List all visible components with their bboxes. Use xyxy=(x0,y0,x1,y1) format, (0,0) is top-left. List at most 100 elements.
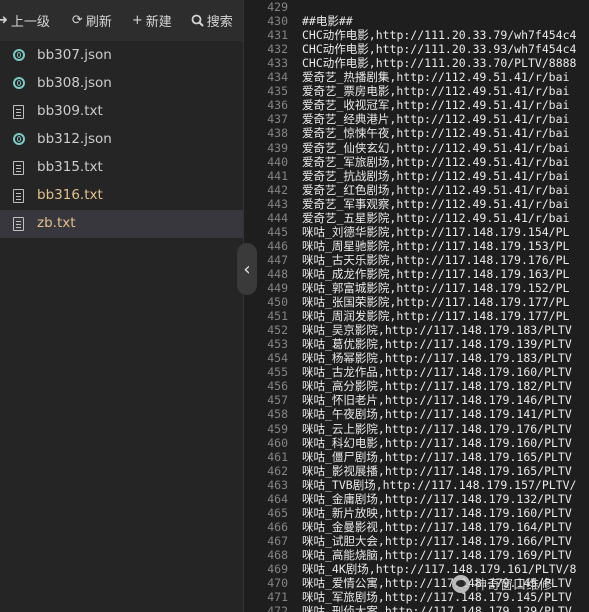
file-item-bb309-txt[interactable]: bb309.txt xyxy=(0,98,243,126)
code-line[interactable]: 440 爱奇艺_军旅剧场,http://112.49.51.41/r/bai xyxy=(244,155,589,169)
file-item-bb308-json[interactable]: bb308.json xyxy=(0,70,243,98)
code-line[interactable]: 449 咪咕_郭富城影院,http://117.148.179.152/PL xyxy=(244,281,589,295)
line-text: 咪咕_周星驰影院,http://117.148.179.153/PL xyxy=(302,238,570,253)
file-name: bb309.txt xyxy=(37,103,103,119)
line-number: 453 xyxy=(267,337,288,352)
code-line[interactable]: 456 咪咕_高分影院,http://117.148.179.182/PLTV xyxy=(244,379,589,393)
watermark: 神奇窗口维修 xyxy=(452,574,552,593)
file-explorer-sidebar: ➜ 上一级 ⟳ 刷新 + 新建 搜索 bb307.json bb308.json xyxy=(0,0,243,612)
file-item-bb315-txt[interactable]: bb315.txt xyxy=(0,154,243,182)
code-line[interactable]: 432 CHC动作电影,http://111.20.33.93/wh7f454c4 xyxy=(244,42,589,56)
code-line[interactable]: 453 咪咕_葛优影院,http://117.148.179.139/PLTV xyxy=(244,337,589,351)
parent-folder-button[interactable]: ➜ 上一级 xyxy=(0,0,50,41)
code-line[interactable]: 460 咪咕_科幻电影,http://117.148.179.160/PLTV xyxy=(244,436,589,450)
line-number: 435 xyxy=(267,84,288,99)
code-line[interactable]: 436 爱奇艺_收视冠军,http://112.49.51.41/r/bai xyxy=(244,98,589,112)
file-list: bb307.json bb308.json bb309.txt bb312.js… xyxy=(0,42,243,238)
line-number: 431 xyxy=(267,28,288,43)
file-name: bb315.txt xyxy=(37,159,103,175)
collapse-sidebar-button[interactable]: ‹ xyxy=(237,243,257,295)
code-line[interactable]: 454 咪咕_杨幂影院,http://117.148.179.183/PLTV xyxy=(244,351,589,365)
search-button[interactable]: 搜索 xyxy=(191,0,233,41)
code-line[interactable]: 466 咪咕_金曼影视,http://117.148.179.164/PLTV xyxy=(244,520,589,534)
file-item-zb-txt[interactable]: zb.txt xyxy=(0,210,243,238)
file-item-bb316-txt[interactable]: bb316.txt xyxy=(0,182,243,210)
line-text: CHC动作电影,http://111.20.33.70/PLTV/8888 xyxy=(302,56,577,71)
code-line[interactable]: 435 爱奇艺_票房电影,http://112.49.51.41/r/bai xyxy=(244,84,589,98)
code-line[interactable]: 442 爱奇艺_红色剧场,http://112.49.51.41/r/bai xyxy=(244,183,589,197)
code-line[interactable]: 461 咪咕_僵尸剧场,http://117.148.179.165/PLTV xyxy=(244,450,589,464)
line-number: 461 xyxy=(267,449,288,464)
line-text: 爱奇艺_军事观察,http://112.49.51.41/r/bai xyxy=(302,196,570,211)
code-line[interactable]: 455 咪咕_古龙作品,http://117.148.179.160/PLTV xyxy=(244,365,589,379)
line-text: 咪咕_郭富城影院,http://117.148.179.152/PL xyxy=(302,281,570,295)
code-line[interactable]: 468 咪咕_高能烧脑,http://117.148.179.169/PLTV xyxy=(244,548,589,562)
line-number: 450 xyxy=(267,295,288,310)
code-line[interactable]: 444 爱奇艺_五星影院,http://112.49.51.41/r/bai xyxy=(244,211,589,225)
line-number: 465 xyxy=(267,505,288,520)
line-number: 458 xyxy=(267,407,288,422)
line-number: 442 xyxy=(267,182,288,197)
line-number: 430 xyxy=(267,14,288,29)
code-line[interactable]: 430 ##电影## xyxy=(244,14,589,28)
line-number: 441 xyxy=(267,168,288,183)
line-text: 咪咕_刑侦大案,http://117.148.179.129/PLTV xyxy=(302,604,572,612)
refresh-button[interactable]: ⟳ 刷新 xyxy=(72,0,112,41)
arrow-right-icon: ➜ xyxy=(0,13,8,28)
line-number: 455 xyxy=(267,365,288,380)
code-line[interactable]: 467 咪咕_试胆大会,http://117.148.179.166/PLTV xyxy=(244,534,589,548)
line-text: 咪咕_周润发影院,http://117.148.179.177/PL xyxy=(302,309,570,324)
code-line[interactable]: 437 爱奇艺_经典港片,http://112.49.51.41/r/bai xyxy=(244,112,589,126)
json-file-icon xyxy=(13,77,27,91)
line-number: 434 xyxy=(267,70,288,85)
code-line[interactable]: 451 咪咕_周润发影院,http://117.148.179.177/PL xyxy=(244,309,589,323)
line-number: 471 xyxy=(267,590,288,605)
search-icon xyxy=(191,14,204,27)
file-name: bb308.json xyxy=(37,75,112,91)
line-text: 咪咕_成龙作影院,http://117.148.179.163/PL xyxy=(302,266,570,281)
file-item-bb312-json[interactable]: bb312.json xyxy=(0,126,243,154)
code-line[interactable]: 464 咪咕_金庸剧场,http://117.148.179.132/PLTV xyxy=(244,492,589,506)
code-line[interactable]: 463 咪咕_TVB剧场,http://117.148.179.157/PLTV/ xyxy=(244,478,589,492)
line-number: 460 xyxy=(267,435,288,450)
code-line[interactable]: 439 爱奇艺_仙侠玄幻,http://112.49.51.41/r/bai xyxy=(244,141,589,155)
code-line[interactable]: 462 咪咕_影视展播,http://117.148.179.165/PLTV xyxy=(244,464,589,478)
code-line[interactable]: 429 xyxy=(244,0,589,14)
code-editor[interactable]: 429 430 ##电影## 431 CHC动作电影,http://111.20.33.… xyxy=(244,0,589,612)
search-label: 搜索 xyxy=(206,15,233,30)
line-text: 爱奇艺_五星影院,http://112.49.51.41/r/bai xyxy=(302,210,570,225)
code-line[interactable]: 447 咪咕_古天乐影院,http://117.148.179.176/PL xyxy=(244,253,589,267)
code-line[interactable]: 465 咪咕_新片放映,http://117.148.179.160/PLTV xyxy=(244,506,589,520)
code-line[interactable]: 459 咪咕_云上影院,http://117.148.179.176/PLTV xyxy=(244,422,589,436)
line-number: 448 xyxy=(267,266,288,281)
watermark-text: 神奇窗口维修 xyxy=(474,578,553,593)
line-text: CHC动作电影,http://111.20.33.79/wh7f454c4 xyxy=(302,28,577,43)
text-file-icon xyxy=(13,105,27,119)
new-file-button[interactable]: + 新建 xyxy=(132,0,172,41)
code-line[interactable]: 434 爱奇艺_热播剧集,http://112.49.51.41/r/bai xyxy=(244,70,589,84)
line-text: CHC动作电影,http://111.20.33.93/wh7f454c4 xyxy=(302,42,577,57)
code-line[interactable]: 445 咪咕_刘德华影院,http://117.148.179.154/PL xyxy=(244,225,589,239)
code-line[interactable]: 472 咪咕_刑侦大案,http://117.148.179.129/PLTV xyxy=(244,604,589,612)
code-line[interactable]: 446 咪咕_周星驰影院,http://117.148.179.153/PL xyxy=(244,239,589,253)
line-number: 432 xyxy=(267,42,288,57)
code-line[interactable]: 448 咪咕_成龙作影院,http://117.148.179.163/PL xyxy=(244,267,589,281)
code-line[interactable]: 443 爱奇艺_军事观察,http://112.49.51.41/r/bai xyxy=(244,197,589,211)
line-text: 咪咕_TVB剧场,http://117.148.179.157/PLTV/ xyxy=(302,477,577,492)
code-line[interactable]: 452 咪咕_吴京影院,http://117.148.179.183/PLTV xyxy=(244,323,589,337)
code-line[interactable]: 457 咪咕_怀旧老片,http://117.148.179.146/PLTV xyxy=(244,393,589,407)
line-number: 470 xyxy=(267,576,288,591)
code-line[interactable]: 438 爱奇艺_惊悚午夜,http://112.49.51.41/r/bai xyxy=(244,126,589,140)
json-file-icon xyxy=(13,133,27,147)
line-number: 464 xyxy=(267,491,288,506)
code-line[interactable]: 458 咪咕_午夜剧场,http://117.148.179.141/PLTV xyxy=(244,407,589,421)
line-text: 爱奇艺_收视冠军,http://112.49.51.41/r/bai xyxy=(302,98,570,113)
explorer-toolbar: ➜ 上一级 ⟳ 刷新 + 新建 搜索 xyxy=(0,0,243,41)
file-item-bb307-json[interactable]: bb307.json xyxy=(0,42,243,70)
file-name: bb312.json xyxy=(37,131,112,147)
code-line[interactable]: 441 爱奇艺_抗战剧场,http://112.49.51.41/r/bai xyxy=(244,169,589,183)
code-line[interactable]: 431 CHC动作电影,http://111.20.33.79/wh7f454c4 xyxy=(244,28,589,42)
line-text: 爱奇艺_热播剧集,http://112.49.51.41/r/bai xyxy=(302,70,570,85)
code-line[interactable]: 433 CHC动作电影,http://111.20.33.70/PLTV/8888 xyxy=(244,56,589,70)
code-line[interactable]: 450 咪咕_张国荣影院,http://117.148.179.177/PL xyxy=(244,295,589,309)
